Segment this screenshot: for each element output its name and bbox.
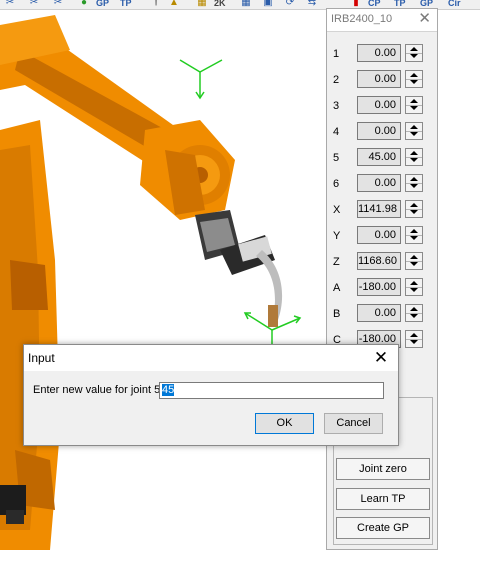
value-spinner[interactable] xyxy=(405,122,423,140)
value-spinner[interactable] xyxy=(405,278,423,296)
toolbar-tool-icon[interactable]: ▦ xyxy=(240,0,252,8)
spin-down-icon[interactable] xyxy=(406,79,422,87)
spin-down-icon[interactable] xyxy=(406,131,422,139)
value-spinner[interactable] xyxy=(405,44,423,62)
pose-value-field[interactable]: 1168.60 xyxy=(357,252,401,270)
panel-title-bar: IRB2400_10 ✕ xyxy=(327,9,437,32)
cancel-button[interactable]: Cancel xyxy=(324,413,383,434)
spin-down-icon[interactable] xyxy=(406,313,422,321)
joint-row-3: 3 0.00 xyxy=(327,96,437,118)
toolbar-tool-icon[interactable]: ▣ xyxy=(262,0,274,8)
pose-label: Y xyxy=(333,230,341,242)
joint-value-field[interactable]: 0.00 xyxy=(357,44,401,62)
robot-panel: IRB2400_10 ✕ 1 0.00 2 0.00 3 0.00 4 0.00… xyxy=(326,8,438,550)
value-spinner[interactable] xyxy=(405,200,423,218)
spin-down-icon[interactable] xyxy=(406,261,422,269)
value-spinner[interactable] xyxy=(405,96,423,114)
input-dialog: Input ✕ Enter new value for joint 5 45 O… xyxy=(23,344,399,446)
spin-down-icon[interactable] xyxy=(406,53,422,61)
value-spinner[interactable] xyxy=(405,70,423,88)
spin-down-icon[interactable] xyxy=(406,209,422,217)
joint-label: 4 xyxy=(333,126,340,138)
ok-button[interactable]: OK xyxy=(255,413,314,434)
toolbar-tool-icon[interactable]: ⇆ xyxy=(306,0,318,8)
pose-label: B xyxy=(333,308,341,320)
dialog-title: Input xyxy=(28,351,55,365)
spin-down-icon[interactable] xyxy=(406,235,422,243)
pose-label: Z xyxy=(333,256,340,268)
toolbar-tp-button[interactable]: TP xyxy=(120,0,132,9)
learn-tp-button[interactable]: Learn TP xyxy=(336,488,430,510)
joint-row-1: 1 0.00 xyxy=(327,44,437,66)
joint-row-6: 6 0.00 xyxy=(327,174,437,196)
input-selected-text: 45 xyxy=(162,384,175,396)
toolbar-tool-icon[interactable]: ⟳ xyxy=(284,0,296,8)
toolbar-cir-button[interactable]: Cir xyxy=(448,0,461,9)
pose-value-field[interactable]: 0.00 xyxy=(357,304,401,322)
pose-row-a: A -180.00 xyxy=(327,278,437,300)
pose-row-z: Z 1168.60 xyxy=(327,252,437,274)
dialog-title-bar: Input ✕ xyxy=(24,345,398,371)
joint-row-4: 4 0.00 xyxy=(327,122,437,144)
pose-label: X xyxy=(333,204,341,216)
toolbar-tool-icon[interactable]: ▦ xyxy=(196,0,208,8)
value-spinner[interactable] xyxy=(405,330,423,348)
toolbar-tool-icon[interactable]: ✂ xyxy=(52,0,64,8)
joint-label: 5 xyxy=(333,152,340,164)
toolbar-tool-icon[interactable]: ✂ xyxy=(4,0,16,8)
panel-title: IRB2400_10 xyxy=(331,13,393,25)
toolbar-gp-button[interactable]: GP xyxy=(96,0,109,9)
toolbar-tool-icon[interactable]: ▲ xyxy=(168,0,180,8)
pose-row-x: X 1141.98 xyxy=(327,200,437,222)
spin-down-icon[interactable] xyxy=(406,287,422,295)
coordinate-frame-icon xyxy=(179,59,223,100)
joint-value-field[interactable]: 0.00 xyxy=(357,122,401,140)
3d-viewport[interactable] xyxy=(0,10,326,555)
pose-label: A xyxy=(333,282,341,294)
pose-value-field[interactable]: 1141.98 xyxy=(357,200,401,218)
create-gp-button[interactable]: Create GP xyxy=(336,517,430,539)
value-spinner[interactable] xyxy=(405,148,423,166)
spin-down-icon[interactable] xyxy=(406,157,422,165)
joint-value-field[interactable]: 0.00 xyxy=(357,174,401,192)
joint-value-field[interactable]: 0.00 xyxy=(357,70,401,88)
joint-label: 1 xyxy=(333,48,340,60)
toolbar-tool-icon[interactable]: ✂ xyxy=(28,0,40,8)
toolbar-tool-icon[interactable]: † xyxy=(150,0,162,8)
pose-row-b: B 0.00 xyxy=(327,304,437,326)
dialog-prompt: Enter new value for joint 5 xyxy=(33,384,161,396)
toolbar-tool-icon[interactable]: ▮ xyxy=(350,0,362,8)
value-spinner[interactable] xyxy=(405,304,423,322)
joint-zero-button[interactable]: Joint zero xyxy=(336,458,430,480)
joint-row-2: 2 0.00 xyxy=(327,70,437,92)
toolbar-tool-icon[interactable]: ● xyxy=(78,0,90,8)
value-spinner[interactable] xyxy=(405,174,423,192)
joint-value-field[interactable]: 45.00 xyxy=(357,148,401,166)
robot-arm-icon xyxy=(0,15,302,550)
pose-row-y: Y 0.00 xyxy=(327,226,437,248)
spin-down-icon[interactable] xyxy=(406,105,422,113)
pose-value-field[interactable]: -180.00 xyxy=(357,278,401,296)
joint-label: 6 xyxy=(333,178,340,190)
spin-down-icon[interactable] xyxy=(406,183,422,191)
value-spinner[interactable] xyxy=(405,252,423,270)
joint-value-input[interactable]: 45 xyxy=(159,382,384,399)
joint-value-field[interactable]: 0.00 xyxy=(357,96,401,114)
joint-row-5: 5 45.00 xyxy=(327,148,437,170)
value-spinner[interactable] xyxy=(405,226,423,244)
window-close-icon[interactable]: ✕ xyxy=(418,10,431,28)
joint-label: 2 xyxy=(333,74,340,86)
toolbar-2k-button[interactable]: 2K xyxy=(214,0,226,9)
spin-down-icon[interactable] xyxy=(406,339,422,347)
joint-label: 3 xyxy=(333,100,340,112)
pose-value-field[interactable]: 0.00 xyxy=(357,226,401,244)
window-close-icon[interactable]: ✕ xyxy=(370,347,392,369)
